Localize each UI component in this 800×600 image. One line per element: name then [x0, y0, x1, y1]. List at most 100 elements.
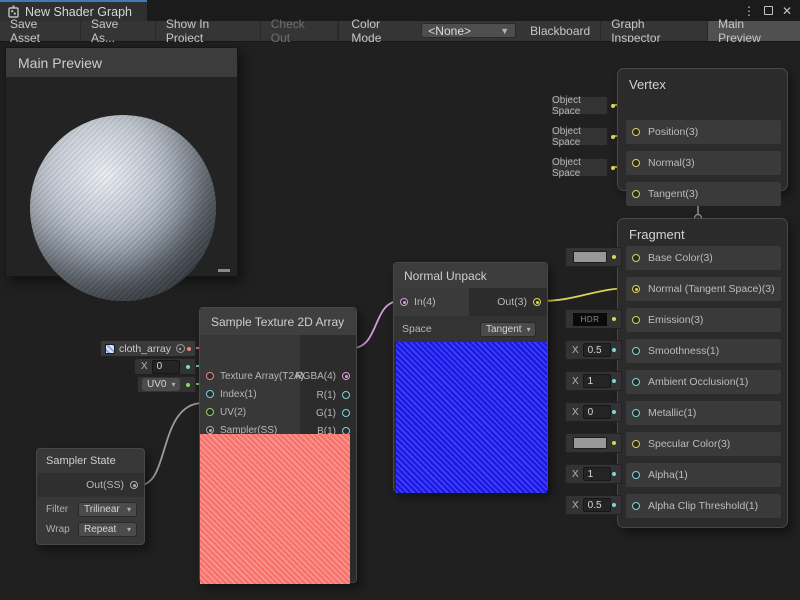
fragment-row-specular[interactable]: Specular Color(3): [626, 432, 781, 456]
alpha-clip-port[interactable]: [632, 502, 640, 510]
alpha-clip-field[interactable]: X 0.5: [565, 495, 622, 515]
maximize-icon[interactable]: [764, 5, 773, 17]
texture-array-port[interactable]: [206, 372, 214, 380]
g-port[interactable]: [342, 409, 350, 417]
alpha-field[interactable]: X 1: [565, 464, 622, 484]
specular-swatch-widget[interactable]: [565, 433, 622, 453]
fragment-row-metallic[interactable]: Metallic(1): [626, 401, 781, 425]
metallic-label: Metallic(1): [648, 407, 696, 419]
alpha-label: Alpha(1): [648, 469, 688, 481]
output-rgba[interactable]: RGBA(4): [295, 368, 350, 384]
cloth-array-label: cloth_array: [119, 343, 171, 355]
sample-texture-2d-array-node[interactable]: Sample Texture 2D Array Texture Array(T2…: [199, 307, 357, 583]
index-value[interactable]: 0: [152, 360, 180, 374]
unpack-out-row[interactable]: Out(3): [497, 294, 541, 310]
specular-port[interactable]: [632, 440, 640, 448]
emission-port[interactable]: [632, 316, 640, 324]
tangent-space-dropdown[interactable]: Object Space: [551, 158, 608, 177]
position-space-dropdown[interactable]: Object Space: [551, 96, 608, 115]
ambient-occlusion-port[interactable]: [632, 378, 640, 386]
normal-space-dropdown[interactable]: Object Space: [551, 127, 608, 146]
emission-hdr-widget[interactable]: HDR: [565, 309, 622, 329]
fragment-row-alpha[interactable]: Alpha(1): [626, 463, 781, 487]
close-icon[interactable]: ✕: [782, 5, 792, 17]
normal-port[interactable]: [632, 159, 640, 167]
normal-unpack-node[interactable]: Normal Unpack In(4) Out(3) Space Tangent…: [393, 262, 548, 492]
wire-sampler-state[interactable]: [140, 403, 203, 485]
cloth-array-property-pill[interactable]: cloth_array: [100, 340, 196, 357]
fragment-row-emission[interactable]: Emission(3): [626, 308, 781, 332]
kebab-menu-icon[interactable]: ⋮: [743, 5, 755, 17]
vertex-row-normal[interactable]: Normal(3): [626, 151, 781, 175]
color-swatch[interactable]: [573, 437, 607, 449]
out-ss-row[interactable]: Out(SS): [86, 477, 138, 493]
show-in-project-button[interactable]: Show In Project: [156, 21, 261, 41]
fragment-row-normal-ts[interactable]: Normal (Tangent Space)(3): [626, 277, 781, 301]
ambient-occlusion-value[interactable]: 1: [583, 374, 611, 388]
index-port[interactable]: [206, 390, 214, 398]
input-texture-array[interactable]: Texture Array(T2A): [206, 368, 304, 384]
tangent-label: Tangent(3): [648, 188, 698, 200]
smoothness-port[interactable]: [632, 347, 640, 355]
r-port[interactable]: [342, 391, 350, 399]
vertex-row-position[interactable]: Position(3): [626, 120, 781, 144]
rgba-port[interactable]: [342, 372, 350, 380]
save-asset-button[interactable]: Save Asset: [0, 21, 81, 41]
sample-node-title: Sample Texture 2D Array: [200, 308, 356, 335]
smoothness-value[interactable]: 0.5: [583, 343, 611, 357]
alpha-port[interactable]: [632, 471, 640, 479]
metallic-port[interactable]: [632, 409, 640, 417]
fragment-row-alpha-clip[interactable]: Alpha Clip Threshold(1): [626, 494, 781, 518]
in-port[interactable]: [400, 298, 408, 306]
shader-preview-sphere[interactable]: [30, 115, 216, 301]
sampler-state-node[interactable]: Sampler State Out(SS) Filter Trilinear ▾…: [36, 448, 145, 545]
tangent-port[interactable]: [632, 190, 640, 198]
smoothness-field[interactable]: X 0.5: [565, 340, 622, 360]
graph-inspector-button[interactable]: Graph Inspector: [601, 21, 708, 41]
input-uv[interactable]: UV(2): [206, 404, 246, 420]
base-color-swatch-widget[interactable]: [565, 247, 622, 267]
fragment-row-base-color[interactable]: Base Color(3): [626, 246, 781, 270]
wrap-dropdown[interactable]: Repeat ▾: [78, 522, 137, 537]
space-dropdown[interactable]: Tangent ▾: [480, 322, 536, 337]
ambient-occlusion-field[interactable]: X 1: [565, 371, 622, 391]
save-as-button[interactable]: Save As...: [81, 21, 156, 41]
uv-label: UV(2): [220, 407, 246, 418]
out-label: Out(3): [497, 296, 527, 308]
filter-dropdown[interactable]: Trilinear ▾: [78, 502, 137, 517]
input-index[interactable]: Index(1): [206, 386, 257, 402]
fragment-row-ambient-occlusion[interactable]: Ambient Occlusion(1): [626, 370, 781, 394]
alpha-value[interactable]: 1: [583, 467, 611, 481]
normal-ts-port[interactable]: [632, 285, 640, 293]
vertex-node[interactable]: Vertex Position(3) Normal(3) Tangent(3): [617, 68, 788, 191]
blackboard-button[interactable]: Blackboard: [520, 21, 601, 41]
fragment-node[interactable]: Fragment Base Color(3) Normal (Tangent S…: [617, 218, 788, 528]
base-color-port[interactable]: [632, 254, 640, 262]
alpha-clip-value[interactable]: 0.5: [583, 498, 611, 512]
exposed-property-icon: [176, 344, 185, 353]
uv-dropdown-inner[interactable]: UV0 ▾: [142, 378, 180, 391]
output-r[interactable]: R(1): [317, 387, 350, 403]
position-port[interactable]: [632, 128, 640, 136]
resize-handle[interactable]: [218, 269, 230, 272]
uv-channel-dropdown[interactable]: UV0 ▾: [137, 376, 196, 393]
index-field[interactable]: X 0: [134, 358, 196, 375]
main-preview-button[interactable]: Main Preview: [708, 21, 800, 41]
hdr-badge[interactable]: HDR: [573, 313, 607, 326]
sampler-port[interactable]: [206, 426, 214, 434]
color-swatch[interactable]: [573, 251, 607, 263]
check-out-button[interactable]: Check Out: [261, 21, 339, 41]
metallic-value[interactable]: 0: [583, 405, 611, 419]
sampler-out-row[interactable]: Out(SS): [37, 473, 144, 497]
out-ss-port[interactable]: [130, 481, 138, 489]
graph-canvas[interactable]: Main Preview Vertex Position(3) Normal(3…: [0, 42, 800, 600]
out-port[interactable]: [533, 298, 541, 306]
uv-port[interactable]: [206, 408, 214, 416]
vertex-row-tangent[interactable]: Tangent(3): [626, 182, 781, 206]
color-mode-dropdown[interactable]: <None> ▼: [421, 23, 516, 38]
unpack-in-row[interactable]: In(4): [394, 288, 469, 316]
fragment-row-smoothness[interactable]: Smoothness(1): [626, 339, 781, 363]
output-g[interactable]: G(1): [316, 405, 350, 421]
shader-graph-window: New Shader Graph ⋮ ✕ Save Asset Save As.…: [0, 0, 800, 600]
metallic-field[interactable]: X 0: [565, 402, 622, 422]
